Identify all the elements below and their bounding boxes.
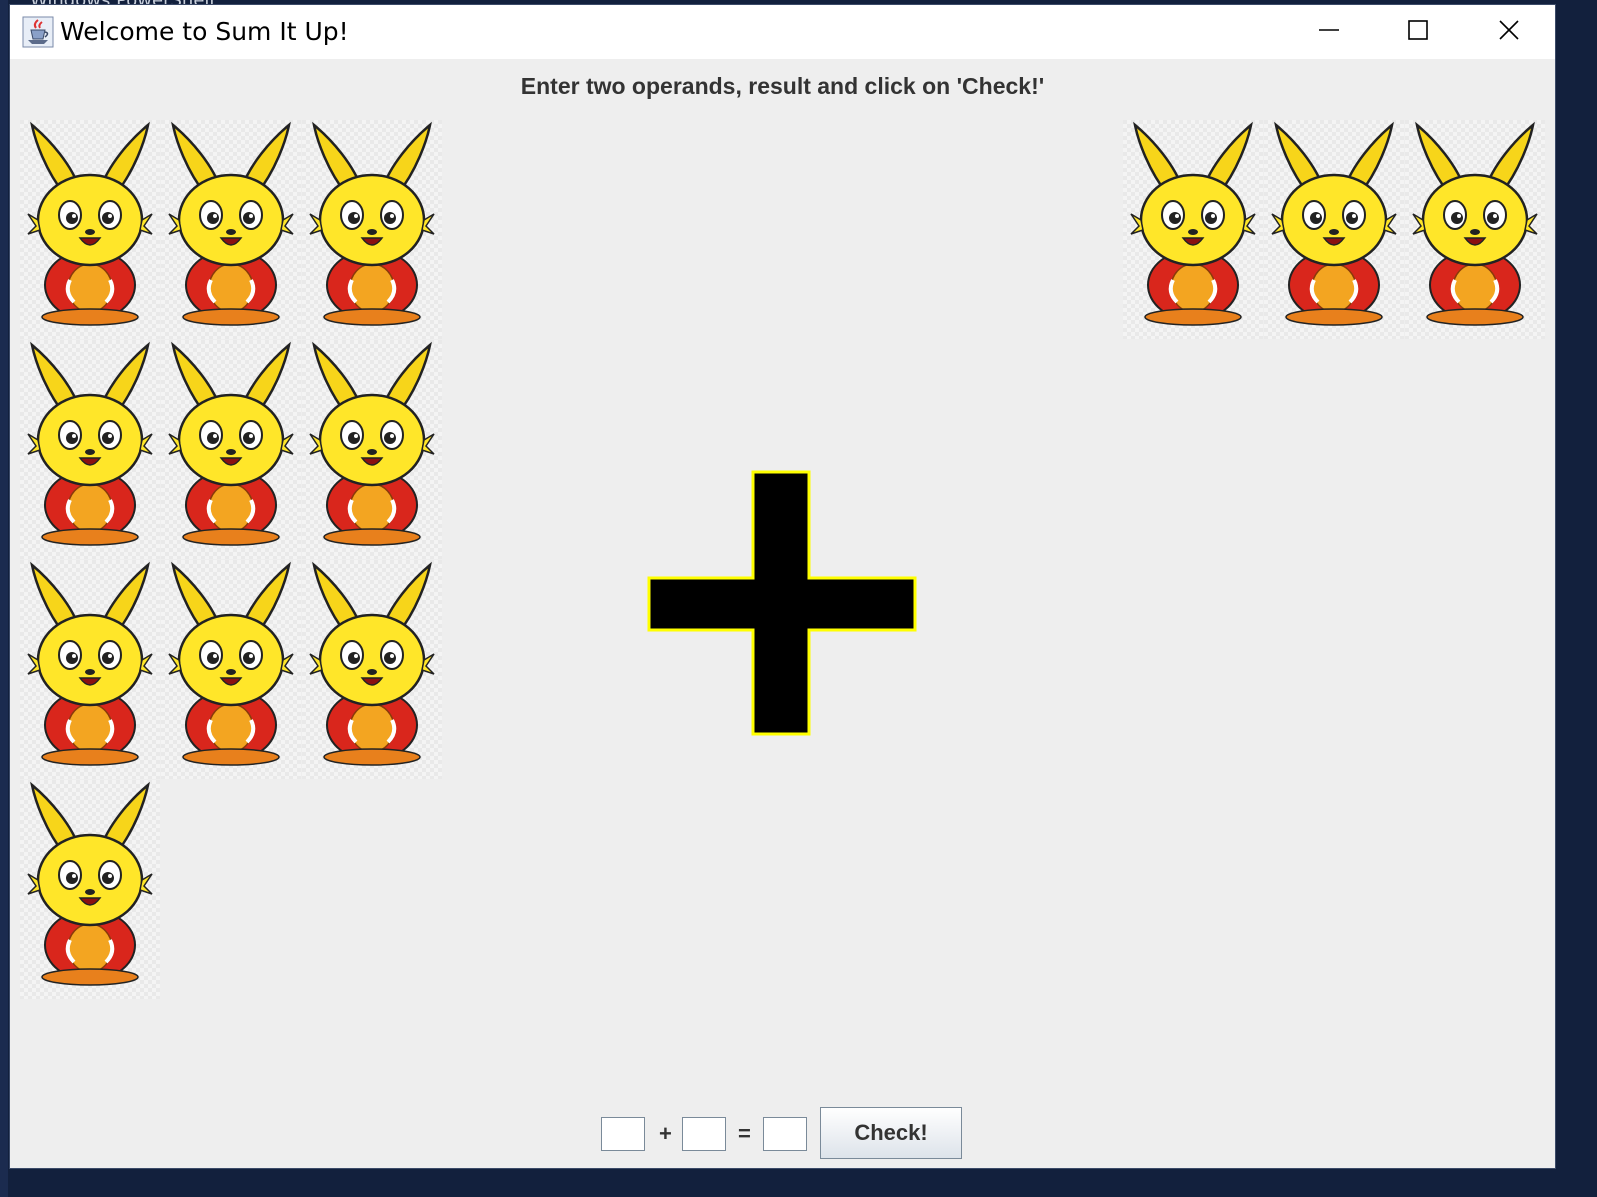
check-button[interactable]: Check! [820,1107,962,1159]
sum-it-up-window: Welcome to Sum It Up! Enter two operands… [10,5,1555,1168]
bunny-image [20,560,160,779]
bunny-image [161,120,301,339]
minimize-button[interactable] [1285,5,1373,59]
close-button[interactable] [1465,5,1553,59]
title-bar[interactable]: Welcome to Sum It Up! [10,5,1555,59]
instructions-label: Enter two operands, result and click on … [520,73,1045,99]
equals-label: = [738,1121,751,1146]
bunny-image [161,560,301,779]
operand2-input[interactable] [682,1117,726,1151]
plus-icon [647,470,917,736]
window-title: Welcome to Sum It Up! [60,17,349,46]
operand1-input[interactable] [601,1117,645,1151]
answer-form: + = Check! [10,1107,1555,1163]
bunny-image [161,340,301,559]
close-icon [1498,19,1520,46]
result-input[interactable] [763,1117,807,1151]
maximize-button[interactable] [1374,5,1462,59]
bunny-image [20,780,160,999]
bunny-image [1264,120,1404,339]
plus-label: + [659,1121,672,1146]
terminal-edge [0,0,8,1197]
bunny-image [302,120,442,339]
maximize-icon [1407,19,1429,46]
bunny-image [302,340,442,559]
java-coffee-cup-icon [22,16,54,48]
bunny-image [1123,120,1263,339]
bunny-image [1405,120,1545,339]
bunny-image [20,340,160,559]
minimize-icon [1318,19,1340,46]
bunny-image [302,560,442,779]
bunny-image [20,120,160,339]
